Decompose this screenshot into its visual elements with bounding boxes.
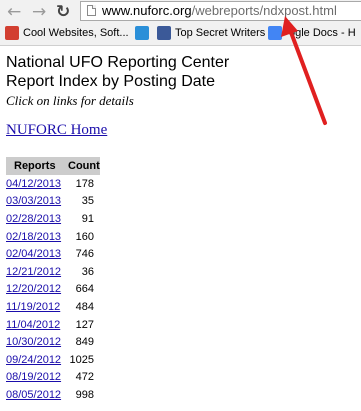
report-date-link[interactable]: 03/03/2013 bbox=[6, 193, 66, 211]
report-count: 849 bbox=[75, 336, 94, 349]
report-count: 998 bbox=[75, 388, 94, 401]
google-bookmark-icon[interactable] bbox=[5, 26, 19, 40]
report-count: 178 bbox=[75, 177, 94, 190]
report-date-link[interactable]: 12/20/2012 bbox=[6, 281, 66, 299]
report-date-link[interactable]: 02/28/2013 bbox=[6, 210, 66, 228]
table-row: 02/04/2013 746 bbox=[6, 245, 100, 263]
bookmark-google-docs[interactable]: ogle Docs - H bbox=[289, 26, 356, 40]
page-title: National UFO Reporting Center Report Ind… bbox=[6, 53, 229, 91]
report-date-link[interactable]: 09/24/2012 bbox=[6, 351, 66, 369]
report-count: 1025 bbox=[69, 353, 94, 366]
page-subtitle: Click on links for details bbox=[6, 93, 134, 108]
report-date-link[interactable]: 10/30/2012 bbox=[6, 333, 66, 351]
report-date-link[interactable]: 02/18/2013 bbox=[6, 228, 66, 246]
table-row: 09/24/2012 1025 bbox=[6, 351, 100, 369]
tab-bookmark-icon[interactable] bbox=[135, 26, 149, 40]
report-count: 160 bbox=[75, 230, 94, 243]
report-count: 664 bbox=[75, 283, 94, 296]
report-count: 484 bbox=[75, 300, 94, 313]
report-index-table: Reports Count 04/12/2013 178 03/03/2013 35 0… bbox=[6, 157, 100, 404]
page-title-line1: National UFO Reporting Center bbox=[6, 54, 230, 71]
table-row: 11/19/2012 484 bbox=[6, 298, 100, 316]
facebook-bookmark-icon[interactable] bbox=[157, 26, 171, 40]
report-date-link[interactable]: 02/04/2013 bbox=[6, 245, 66, 263]
forward-arrow-icon[interactable]: → bbox=[32, 3, 46, 21]
report-date-link[interactable]: 04/12/2013 bbox=[6, 175, 66, 193]
url-text: www.nuforc.org/webreports/ndxpost.html bbox=[102, 2, 337, 20]
reports-header: Reports bbox=[6, 157, 66, 175]
report-count: 35 bbox=[81, 195, 94, 208]
url-path: /webreports/ndxpost.html bbox=[191, 3, 337, 18]
count-header: Count bbox=[66, 157, 100, 175]
browser-chrome: ← → ↻ www.nuforc.org/webreports/ndxpost.… bbox=[0, 0, 361, 46]
reload-icon[interactable]: ↻ bbox=[56, 3, 70, 21]
bookmark-top-secret-writers[interactable]: Top Secret Writers bbox=[175, 26, 265, 40]
report-date-link[interactable]: 12/21/2012 bbox=[6, 263, 66, 281]
address-bar[interactable]: www.nuforc.org/webreports/ndxpost.html bbox=[80, 1, 361, 21]
url-host: www.nuforc.org bbox=[102, 3, 192, 18]
table-row: 03/03/2013 35 bbox=[6, 193, 100, 211]
bookmarks-bar: Cool Websites, Soft... Top Secret Writer… bbox=[0, 23, 361, 44]
report-date-link[interactable]: 08/05/2012 bbox=[6, 386, 66, 404]
table-row: 11/04/2012 127 bbox=[6, 316, 100, 334]
table-row: 02/28/2013 91 bbox=[6, 210, 100, 228]
bookmark-cool-websites[interactable]: Cool Websites, Soft... bbox=[23, 26, 129, 40]
table-row: 08/19/2012 472 bbox=[6, 369, 100, 387]
report-count: 91 bbox=[81, 212, 94, 225]
table-row: 02/18/2013 160 bbox=[6, 228, 100, 246]
report-date-link[interactable]: 11/19/2012 bbox=[6, 298, 66, 316]
table-row: 10/30/2012 849 bbox=[6, 333, 100, 351]
report-count: 127 bbox=[75, 318, 94, 331]
nuforc-home-link[interactable]: NUFORC Home bbox=[6, 122, 107, 139]
page-title-line2: Report Index by Posting Date bbox=[6, 73, 216, 90]
report-count: 36 bbox=[81, 265, 94, 278]
table-row: 04/12/2013 178 bbox=[6, 175, 100, 193]
table-row: 12/21/2012 36 bbox=[6, 263, 100, 281]
page-icon bbox=[87, 5, 96, 16]
table-row: 08/05/2012 998 bbox=[6, 386, 100, 404]
back-arrow-icon[interactable]: ← bbox=[7, 3, 21, 21]
table-body: 04/12/2013 178 03/03/2013 35 02/28/2013 91 02/… bbox=[6, 175, 100, 404]
docs-bookmark-icon[interactable] bbox=[268, 26, 282, 40]
table-header-row: Reports Count bbox=[6, 157, 100, 175]
table-row: 12/20/2012 664 bbox=[6, 281, 100, 299]
report-date-link[interactable]: 11/04/2012 bbox=[6, 316, 66, 334]
report-count: 472 bbox=[75, 371, 94, 384]
report-count: 746 bbox=[75, 248, 94, 261]
report-date-link[interactable]: 08/19/2012 bbox=[6, 369, 66, 387]
